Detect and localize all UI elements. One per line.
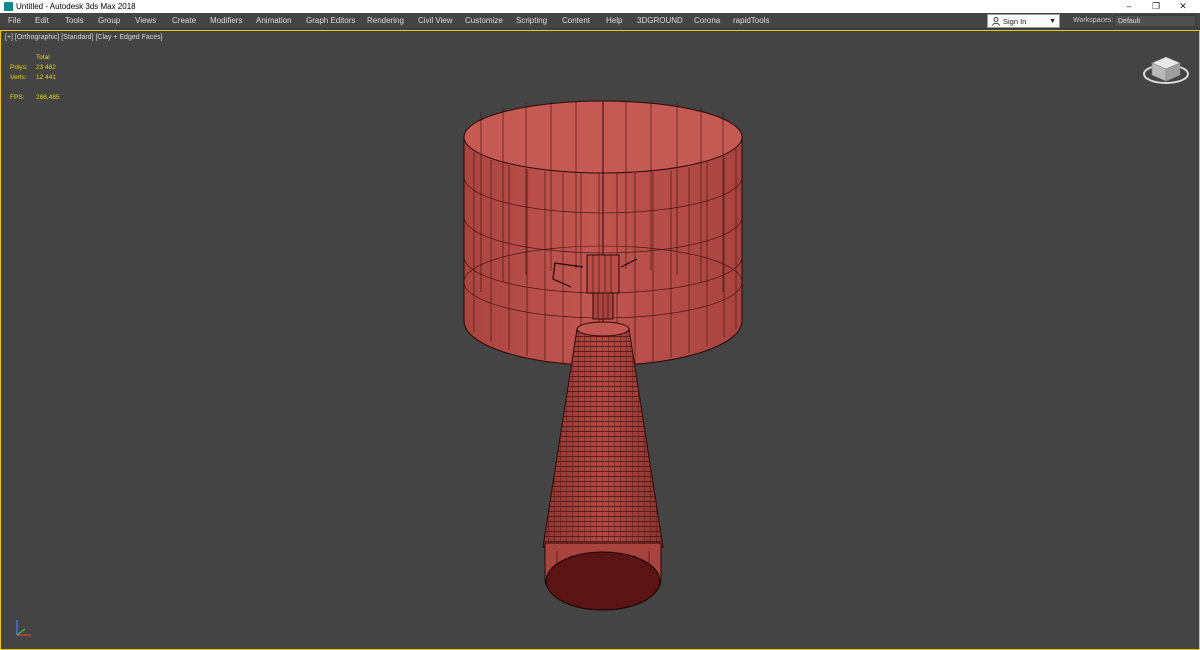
menu-rapidtools[interactable]: rapidTools — [733, 13, 769, 29]
menu-group[interactable]: Group — [98, 13, 120, 29]
workspaces-label: Workspaces: — [1073, 17, 1114, 24]
menu-create[interactable]: Create — [172, 13, 196, 29]
menu-animation[interactable]: Animation — [256, 13, 292, 29]
menu-customize[interactable]: Customize — [465, 13, 503, 29]
axis-tripod-icon — [16, 620, 31, 636]
menu-corona[interactable]: Corona — [694, 13, 720, 29]
user-icon — [992, 17, 1000, 26]
sign-in-dropdown[interactable]: Sign In ▼ — [987, 14, 1060, 28]
menu-tools[interactable]: Tools — [65, 13, 84, 29]
close-button[interactable]: ✕ — [1170, 0, 1196, 13]
menu-file[interactable]: File — [8, 13, 21, 29]
fps-label: FPS: — [10, 94, 25, 101]
menu-graph-editors[interactable]: Graph Editors — [306, 13, 355, 29]
title-bar: Untitled - Autodesk 3ds Max 2018 – ❐ ✕ — [0, 0, 1200, 13]
verts-label: Verts: — [10, 74, 27, 81]
minimize-button[interactable]: – — [1116, 0, 1142, 13]
stats-header: Total — [36, 54, 50, 61]
app-icon — [4, 2, 13, 11]
window-title: Untitled - Autodesk 3ds Max 2018 — [16, 2, 136, 11]
menu-modifiers[interactable]: Modifiers — [210, 13, 242, 29]
menu-civil-view[interactable]: Civil View — [418, 13, 453, 29]
menu-rendering[interactable]: Rendering — [367, 13, 404, 29]
chevron-down-icon: ▼ — [1049, 18, 1056, 25]
restore-button[interactable]: ❐ — [1143, 0, 1169, 13]
lamp-foot — [544, 542, 662, 611]
menu-scripting[interactable]: Scripting — [516, 13, 547, 29]
viewcube-icon[interactable] — [1142, 51, 1190, 87]
menu-content[interactable]: Content — [562, 13, 590, 29]
verts-value: 12 441 — [36, 74, 56, 81]
fps-value: 268,485 — [36, 94, 60, 101]
polys-label: Polys: — [10, 64, 28, 71]
menu-edit[interactable]: Edit — [35, 13, 49, 29]
workspace-select[interactable]: Default — [1114, 15, 1196, 27]
polys-value: 23 482 — [36, 64, 56, 71]
menu-3dground[interactable]: 3DGROUND — [637, 13, 683, 29]
perspective-viewport[interactable]: [+] [Orthographic] [Standard] [Clay + Ed… — [0, 30, 1200, 650]
sign-in-label: Sign In — [1003, 17, 1027, 26]
menu-views[interactable]: Views — [135, 13, 156, 29]
viewport-label-menu[interactable]: [+] [Orthographic] [Standard] [Clay + Ed… — [5, 34, 163, 41]
menu-help[interactable]: Help — [606, 13, 622, 29]
workspace-value: Default — [1118, 18, 1141, 25]
lamp-3d-model[interactable] — [441, 67, 771, 627]
